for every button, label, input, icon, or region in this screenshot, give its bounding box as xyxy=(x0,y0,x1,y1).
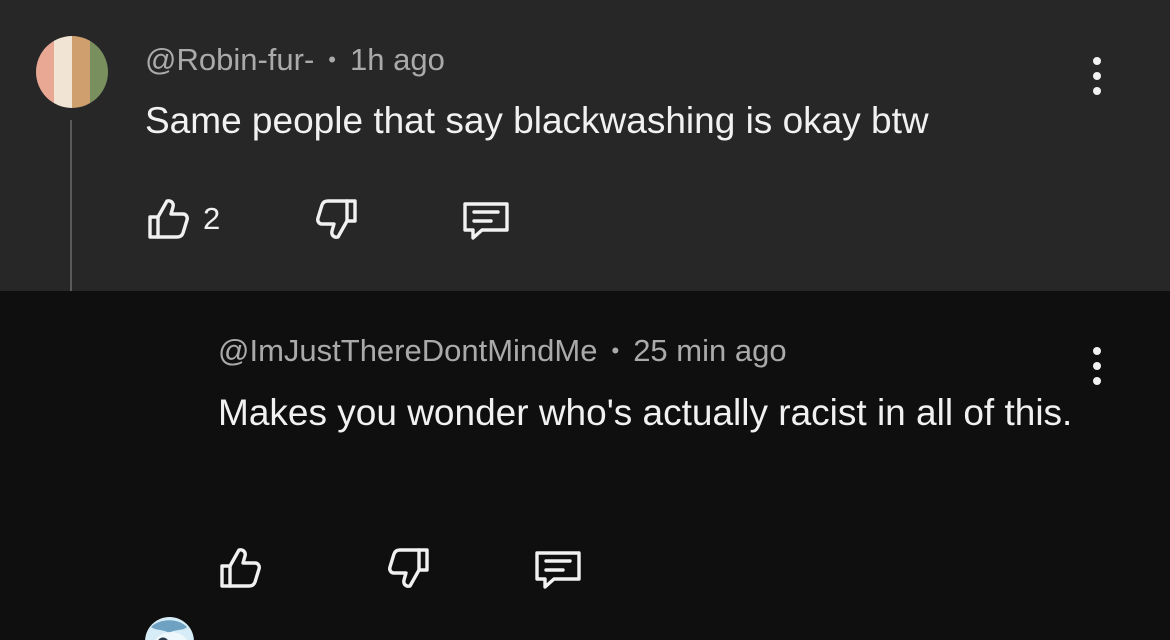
meta-separator: • xyxy=(328,47,336,72)
comments-screen: @Robin-fur- • 1h ago Same people that sa… xyxy=(0,0,1170,640)
more-dot xyxy=(1093,57,1101,65)
comment-robin-fur: @Robin-fur- • 1h ago Same people that sa… xyxy=(0,0,1170,291)
reply-comment-icon xyxy=(535,551,581,589)
avatar-stripe xyxy=(36,36,54,108)
like-button[interactable]: 2 xyxy=(145,196,220,242)
thumbs-up-icon xyxy=(148,199,189,239)
meta-separator: • xyxy=(611,338,620,363)
more-options-button[interactable] xyxy=(1085,347,1109,385)
comment-timestamp[interactable]: 1h ago xyxy=(350,42,445,78)
more-dot xyxy=(1093,377,1101,385)
more-options-button[interactable] xyxy=(1085,57,1109,95)
avatar[interactable] xyxy=(36,36,108,108)
comment-author[interactable]: @ImJustThereDontMindMe xyxy=(218,333,597,369)
more-dot xyxy=(1093,72,1101,80)
avatar[interactable] xyxy=(145,617,194,640)
comment-text: Makes you wonder who's actually racist i… xyxy=(218,392,1073,433)
like-count: 2 xyxy=(203,201,221,236)
thumbs-down-icon xyxy=(388,548,429,588)
comment-timestamp[interactable]: 25 min ago xyxy=(633,333,786,369)
reply-button[interactable] xyxy=(460,198,512,244)
thumbs-up-icon xyxy=(220,548,261,588)
more-dot xyxy=(1093,87,1101,95)
comment-imjustthere: @ImJustThereDontMindMe • 25 min ago Make… xyxy=(0,291,1170,640)
like-button[interactable] xyxy=(217,545,263,591)
pony-avatar-icon xyxy=(145,617,194,640)
reply-button[interactable] xyxy=(532,547,584,593)
comment-meta: @Robin-fur- • 1h ago xyxy=(145,42,445,78)
more-dot xyxy=(1093,362,1101,370)
avatar-stripe xyxy=(54,36,72,108)
dislike-button[interactable] xyxy=(314,196,360,242)
thumbs-down-icon xyxy=(316,199,357,239)
dislike-button[interactable] xyxy=(386,545,432,591)
reply-comment-icon xyxy=(463,202,509,240)
more-dot xyxy=(1093,347,1101,355)
avatar-stripe xyxy=(90,36,108,108)
comment-author[interactable]: @Robin-fur- xyxy=(145,42,314,78)
comment-meta: @ImJustThereDontMindMe • 25 min ago xyxy=(218,333,787,369)
avatar-stripe xyxy=(72,36,90,108)
comment-text: Same people that say blackwashing is oka… xyxy=(145,100,929,141)
